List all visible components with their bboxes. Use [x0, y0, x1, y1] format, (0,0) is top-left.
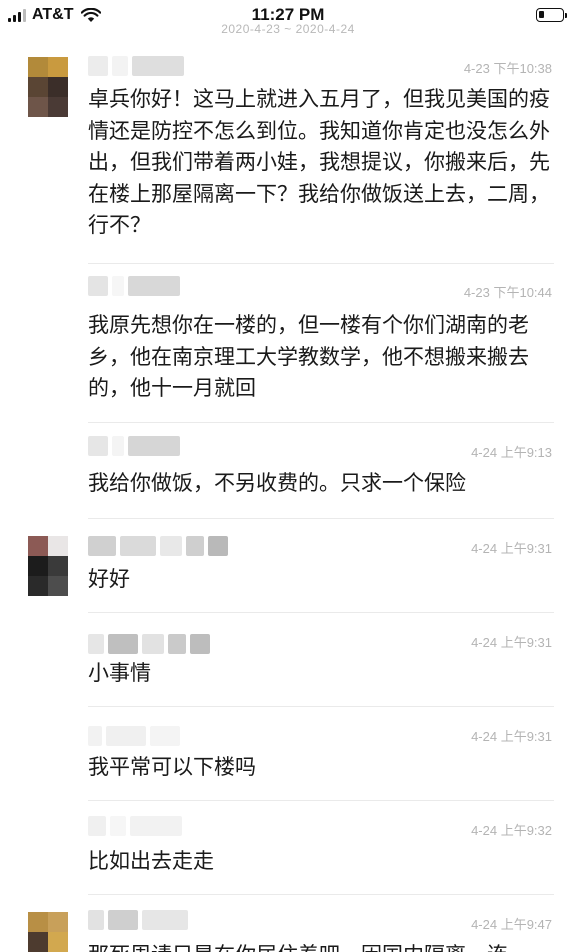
message-timestamp: 4-24 上午9:13 — [471, 445, 552, 460]
message-divider — [88, 800, 554, 801]
message-timestamp: 4-23 下午10:44 — [463, 285, 552, 300]
message-divider — [88, 612, 554, 613]
message-text: 我原先想你在一楼的，但一楼有个你们湖南的老乡，他在南京理工大学教数学，他不想搬来… — [88, 313, 529, 400]
avatar[interactable] — [28, 57, 68, 117]
message-divider — [88, 706, 554, 707]
message-text: 那死周请只是在你居住着吧，因国内隔离，连 — [88, 940, 558, 952]
message-text: 小事情 — [88, 661, 151, 685]
message-text: 我平常可以下楼吗 — [88, 755, 256, 779]
message-text: 比如出去走走 — [88, 849, 214, 873]
message-divider — [88, 518, 554, 519]
message-text: 卓兵你好！这马上就进入五月了，但我见美国的疫情还是防控不怎么到位。我知道你肯定也… — [88, 87, 550, 237]
message-timestamp: 4-24 上午9:31 — [471, 729, 552, 744]
avatar[interactable] — [28, 536, 68, 596]
avatar[interactable] — [28, 912, 68, 952]
message-timestamp: 4-24 上午9:31 — [471, 541, 552, 556]
battery-level — [539, 11, 544, 18]
sender-name-blurred — [88, 910, 188, 930]
sender-name-blurred — [88, 276, 180, 296]
message-timestamp: 4-24 上午9:32 — [471, 823, 552, 838]
message-timestamp: 4-24 上午9:47 — [471, 917, 552, 932]
sender-name-blurred — [88, 816, 182, 836]
sender-name-blurred — [88, 726, 180, 746]
message-timestamp: 4-24 上午9:31 — [471, 635, 552, 650]
sender-name-blurred — [88, 56, 184, 76]
message-divider — [88, 422, 554, 423]
sender-name-blurred — [88, 536, 228, 556]
message-text: 好好 — [88, 567, 130, 591]
message-divider — [88, 894, 554, 895]
date-range: 2020-4-23 ~ 2020-4-24 — [221, 22, 355, 36]
message-timestamp: 4-23 下午10:38 — [463, 61, 552, 76]
message-divider — [88, 263, 554, 264]
message-text: 我给你做饭，不另收费的。只求一个保险 — [88, 471, 466, 495]
sender-name-blurred — [88, 436, 180, 456]
sender-name-blurred — [88, 634, 210, 654]
battery-icon — [536, 8, 567, 22]
